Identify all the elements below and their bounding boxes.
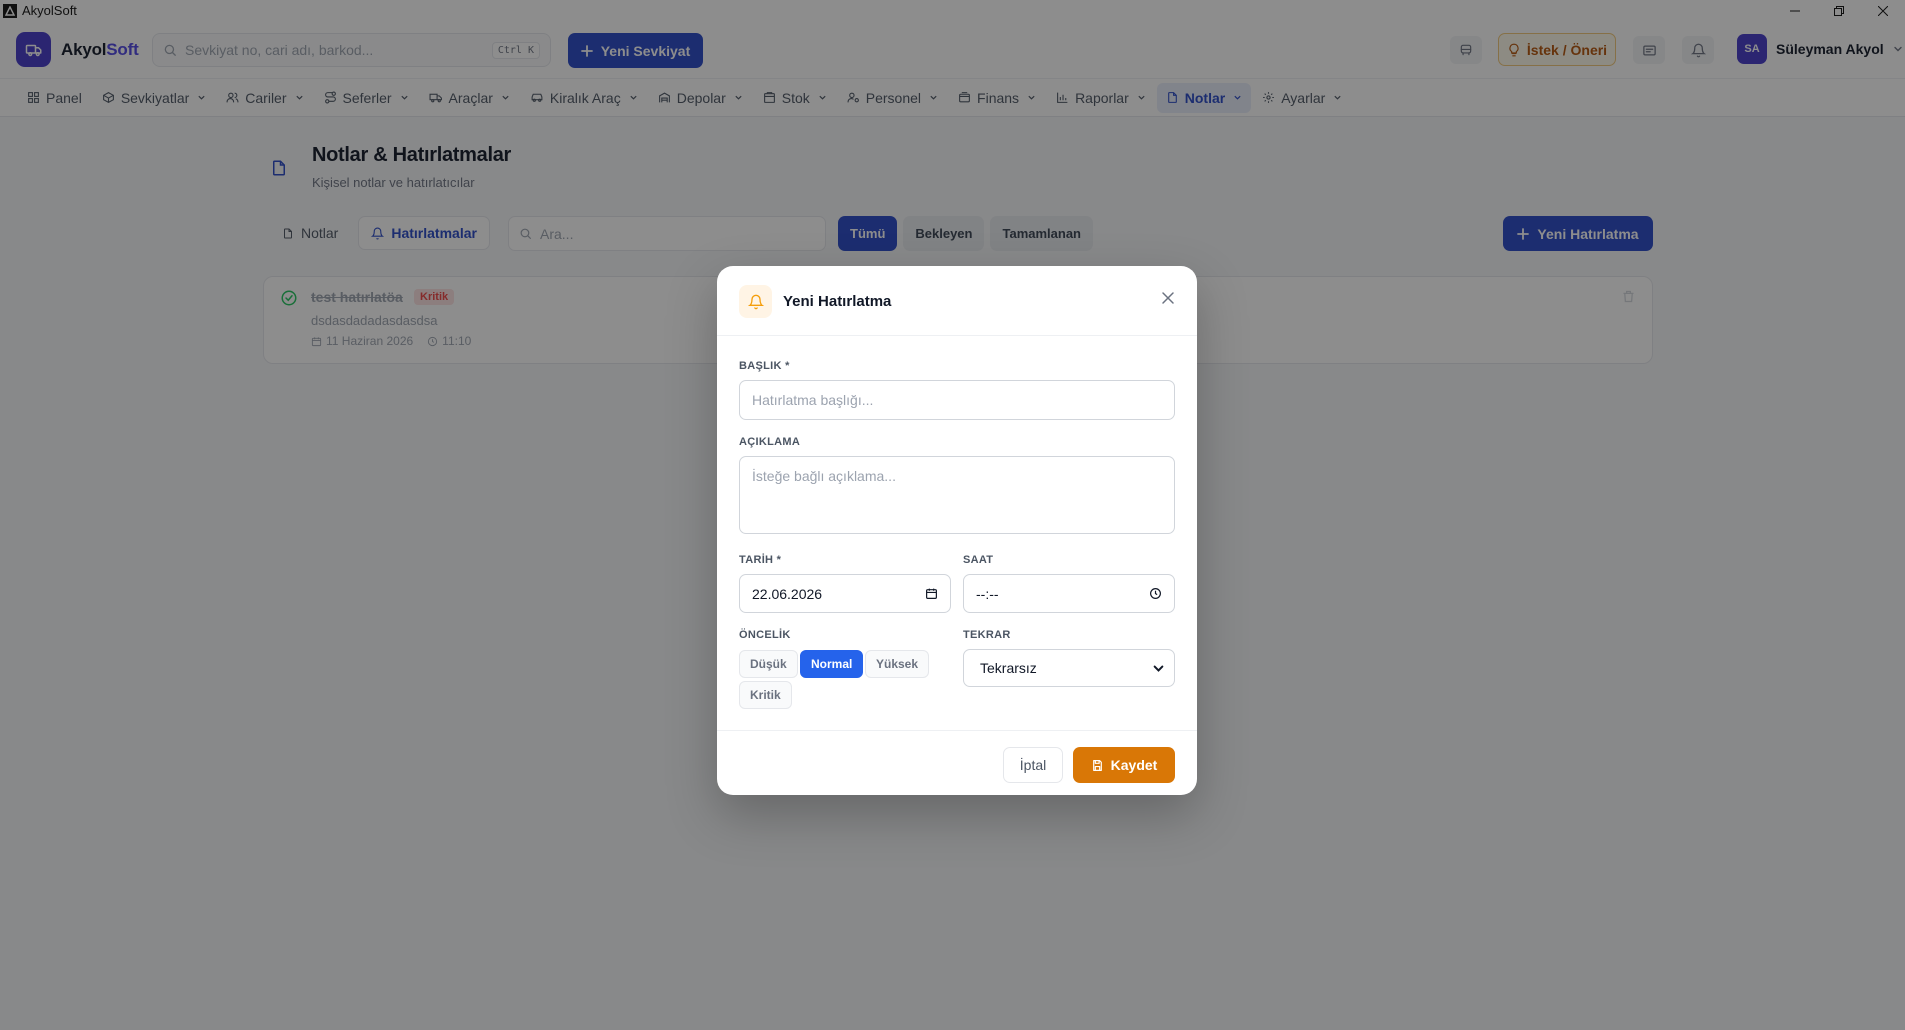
title-input[interactable]: Hatırlatma başlığı... bbox=[739, 380, 1175, 420]
time-input[interactable]: --:-- bbox=[963, 574, 1175, 613]
dialog-title: Yeni Hatırlatma bbox=[783, 293, 892, 310]
cancel-button[interactable]: İptal bbox=[1003, 747, 1063, 783]
close-icon[interactable] bbox=[1161, 291, 1175, 305]
time-field-label: SAAT bbox=[963, 554, 994, 566]
priority-critical[interactable]: Kritik bbox=[739, 681, 792, 709]
save-icon bbox=[1091, 759, 1104, 772]
repeat-field-label: TEKRAR bbox=[963, 629, 1011, 641]
title-placeholder: Hatırlatma başlığı... bbox=[752, 392, 874, 408]
date-field-label: TARİH * bbox=[739, 554, 782, 566]
chevron-down-icon bbox=[1153, 663, 1164, 674]
date-input[interactable]: 22.06.2026 bbox=[739, 574, 951, 613]
priority-high[interactable]: Yüksek bbox=[865, 650, 930, 678]
dialog-header: Yeni Hatırlatma bbox=[717, 266, 1197, 336]
repeat-select[interactable]: Tekrarsız bbox=[963, 649, 1175, 687]
calendar-icon[interactable] bbox=[925, 587, 938, 600]
priority-normal[interactable]: Normal bbox=[800, 650, 864, 678]
new-reminder-dialog: Yeni Hatırlatma BAŞLIK * Hatırlatma başl… bbox=[717, 266, 1197, 795]
priority-low[interactable]: Düşük bbox=[739, 650, 798, 678]
description-textarea[interactable]: İsteğe bağlı açıklama... bbox=[739, 456, 1175, 534]
save-label: Kaydet bbox=[1110, 757, 1158, 773]
bell-icon bbox=[739, 285, 772, 318]
priority-field-label: ÖNCELİK bbox=[739, 629, 791, 641]
time-value: --:-- bbox=[976, 585, 999, 602]
repeat-value: Tekrarsız bbox=[980, 660, 1037, 676]
description-field-label: AÇIKLAMA bbox=[739, 436, 801, 448]
save-button[interactable]: Kaydet bbox=[1073, 747, 1175, 783]
description-placeholder: İsteğe bağlı açıklama... bbox=[752, 468, 896, 484]
date-value: 22.06.2026 bbox=[752, 585, 823, 602]
title-field-label: BAŞLIK * bbox=[739, 360, 790, 372]
clock-icon[interactable] bbox=[1149, 587, 1162, 600]
